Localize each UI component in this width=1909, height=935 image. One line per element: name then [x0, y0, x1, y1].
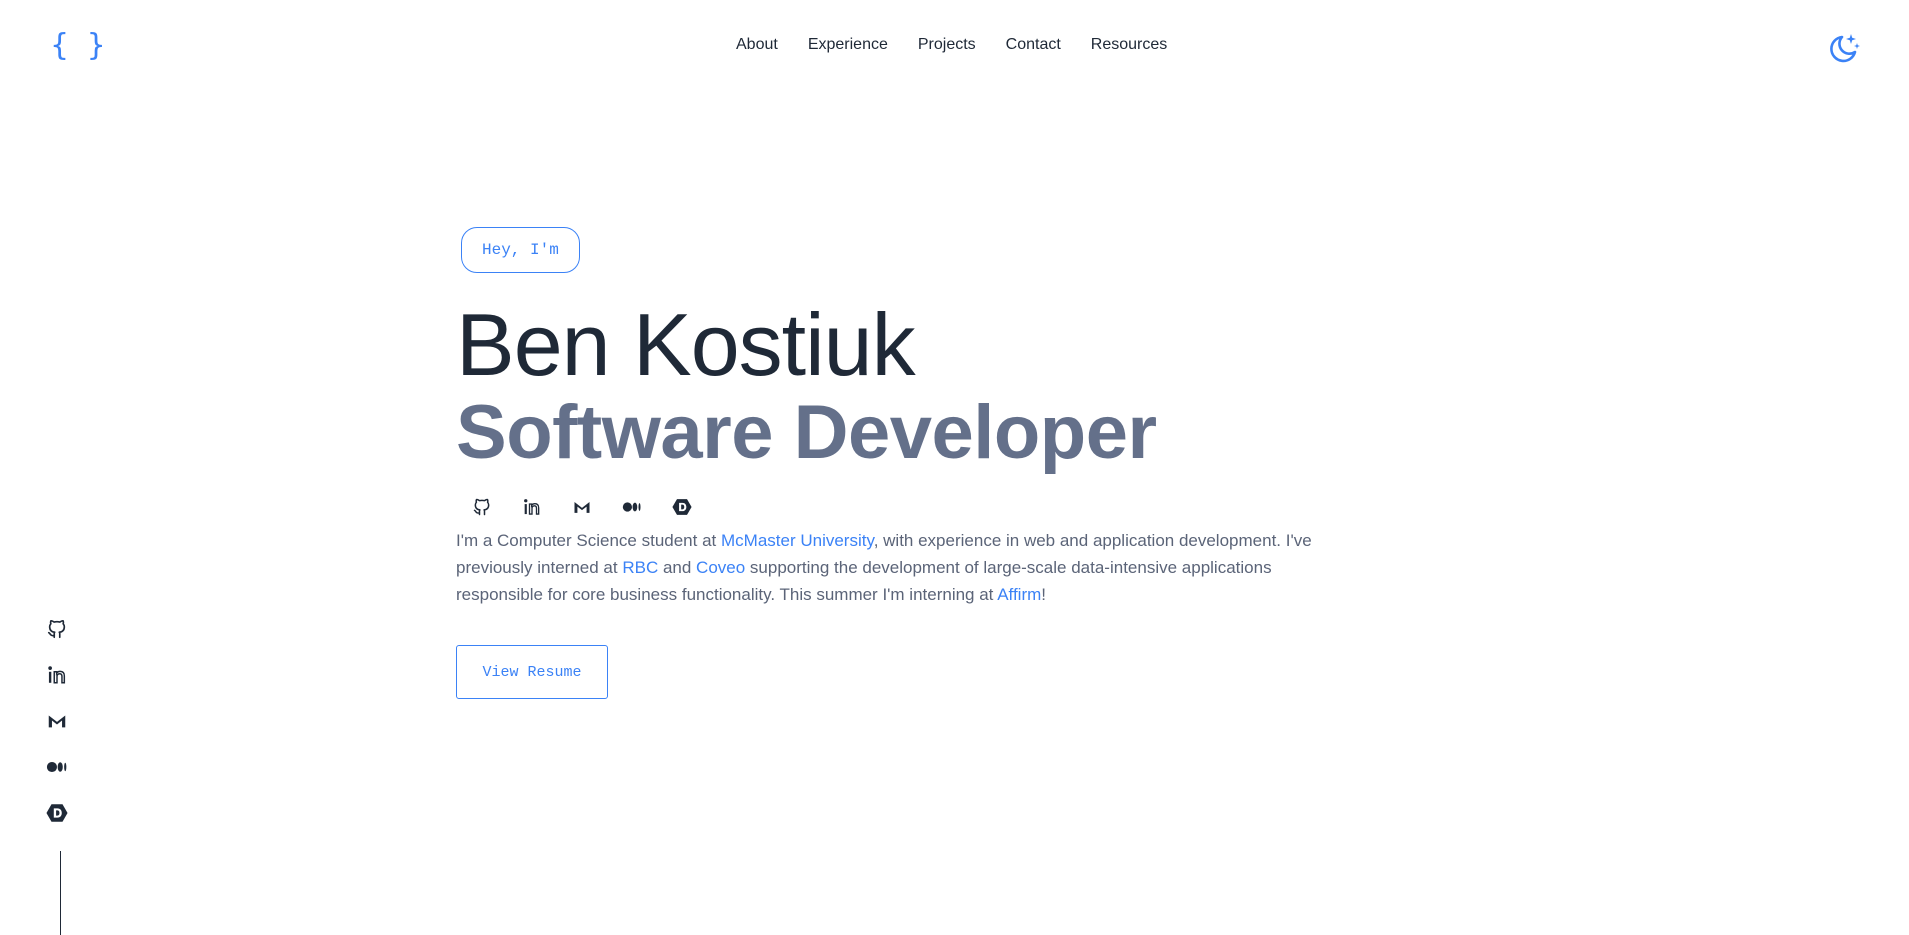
rbc-link[interactable]: RBC	[622, 558, 658, 577]
linkedin-icon[interactable]	[46, 664, 68, 686]
intro-text: !	[1041, 585, 1047, 604]
github-icon[interactable]	[46, 618, 68, 640]
nav-projects[interactable]: Projects	[918, 36, 976, 54]
portfolio-page: { } About Experience Projects Contact Re…	[0, 0, 1909, 935]
intro-text: and	[658, 558, 697, 577]
hero-name: Ben Kostiuk	[456, 295, 916, 394]
medium-icon[interactable]	[46, 756, 68, 778]
devpost-icon[interactable]	[672, 497, 692, 517]
hero-role: Software Developer	[456, 390, 1157, 475]
mcmaster-link[interactable]: McMaster University	[721, 531, 874, 550]
hero-social-links	[472, 497, 1336, 517]
view-resume-button[interactable]: View Resume	[456, 645, 608, 699]
affirm-link[interactable]: Affirm	[997, 585, 1041, 604]
main-nav: About Experience Projects Contact Resour…	[736, 36, 1167, 54]
theme-toggle-button[interactable]	[1826, 32, 1860, 66]
gmail-icon[interactable]	[46, 710, 68, 732]
hero-section: Hey, I'm Ben Kostiuk Software Developer	[456, 227, 1336, 699]
coveo-link[interactable]: Coveo	[696, 558, 745, 577]
nav-resources[interactable]: Resources	[1091, 36, 1167, 54]
intro-text: I'm a Computer Science student at	[456, 531, 721, 550]
devpost-icon[interactable]	[46, 802, 68, 824]
rail-divider	[60, 851, 61, 935]
greeting-badge: Hey, I'm	[461, 227, 580, 273]
social-rail	[46, 618, 74, 848]
nav-experience[interactable]: Experience	[808, 36, 888, 54]
linkedin-icon[interactable]	[522, 497, 542, 517]
gmail-icon[interactable]	[572, 497, 592, 517]
nav-about[interactable]: About	[736, 36, 778, 54]
intro-paragraph: I'm a Computer Science student at McMast…	[456, 527, 1336, 608]
moon-stars-icon	[1830, 34, 1860, 63]
logo[interactable]: { }	[50, 28, 110, 63]
medium-icon[interactable]	[622, 497, 642, 517]
github-icon[interactable]	[472, 497, 492, 517]
nav-contact[interactable]: Contact	[1006, 36, 1061, 54]
